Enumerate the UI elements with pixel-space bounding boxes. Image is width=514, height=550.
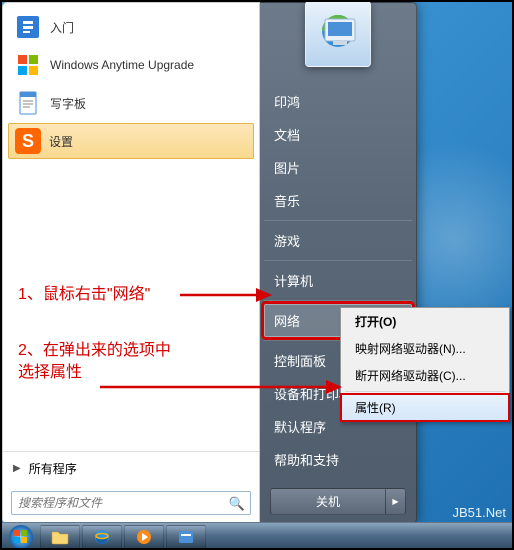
taskbar-media-player[interactable] (124, 525, 164, 549)
ctx-map-drive[interactable]: 映射网络驱动器(N)... (341, 335, 509, 362)
program-label: 写字板 (50, 95, 86, 112)
divider (264, 260, 412, 261)
program-label: 设置 (49, 133, 73, 150)
taskbar-app[interactable] (166, 525, 206, 549)
search-input[interactable] (11, 491, 251, 515)
start-menu-left-panel: 入门 Windows Anytime Upgrade 写字板 S 设置 ▶ 所 (2, 2, 260, 524)
taskbar-ie[interactable] (82, 525, 122, 549)
games-item[interactable]: 游戏 (264, 224, 412, 257)
user-picture[interactable] (305, 1, 371, 67)
start-menu: 入门 Windows Anytime Upgrade 写字板 S 设置 ▶ 所 (2, 2, 417, 524)
program-sogou-settings[interactable]: S 设置 (8, 123, 254, 159)
divider (264, 220, 412, 221)
start-menu-right-panel: 印鸿 文档 图片 音乐 游戏 计算机 网络 控制面板 设备和打印机 默认程序 帮… (260, 2, 417, 524)
all-programs-label: 所有程序 (29, 460, 77, 477)
program-windows-upgrade[interactable]: Windows Anytime Upgrade (8, 47, 254, 83)
user-name-item[interactable]: 印鸿 (264, 85, 412, 118)
shutdown-menu-arrow[interactable]: ▶ (386, 488, 406, 515)
program-label: 入门 (50, 19, 74, 36)
annotation-arrow-1 (178, 284, 273, 306)
program-getting-started[interactable]: 入门 (8, 9, 254, 45)
help-item[interactable]: 帮助和支持 (264, 443, 412, 476)
divider (264, 300, 412, 301)
program-wordpad[interactable]: 写字板 (8, 85, 254, 121)
program-label: Windows Anytime Upgrade (50, 58, 194, 72)
sogou-settings-icon: S (15, 128, 41, 154)
start-button[interactable] (4, 524, 38, 550)
taskbar (0, 522, 514, 550)
shutdown-button[interactable]: 关机 (270, 488, 386, 515)
ctx-disconnect-drive[interactable]: 断开网络驱动器(C)... (341, 362, 509, 389)
getting-started-icon (14, 13, 42, 41)
ctx-open[interactable]: 打开(O) (341, 308, 509, 335)
ctx-properties[interactable]: 属性(R) (341, 394, 509, 421)
network-context-menu: 打开(O) 映射网络驱动器(N)... 断开网络驱动器(C)... 属性(R) (340, 307, 510, 422)
annotation-step2: 2、在弹出来的选项中 选择属性 (18, 340, 171, 385)
windows-upgrade-icon (14, 51, 42, 79)
documents-item[interactable]: 文档 (264, 118, 412, 151)
computer-item[interactable]: 计算机 (264, 264, 412, 297)
search-box: 🔍 (11, 491, 251, 515)
watermark: JB51.Net (453, 505, 506, 520)
annotation-step1: 1、鼠标右击"网络" (18, 284, 150, 306)
wordpad-icon (14, 89, 42, 117)
triangle-right-icon: ▶ (13, 463, 21, 474)
taskbar-explorer[interactable] (40, 525, 80, 549)
music-item[interactable]: 音乐 (264, 184, 412, 217)
all-programs-button[interactable]: ▶ 所有程序 (3, 451, 259, 485)
search-icon: 🔍 (229, 496, 245, 512)
shutdown-area: 关机 ▶ (270, 488, 406, 515)
pictures-item[interactable]: 图片 (264, 151, 412, 184)
divider (345, 391, 505, 392)
